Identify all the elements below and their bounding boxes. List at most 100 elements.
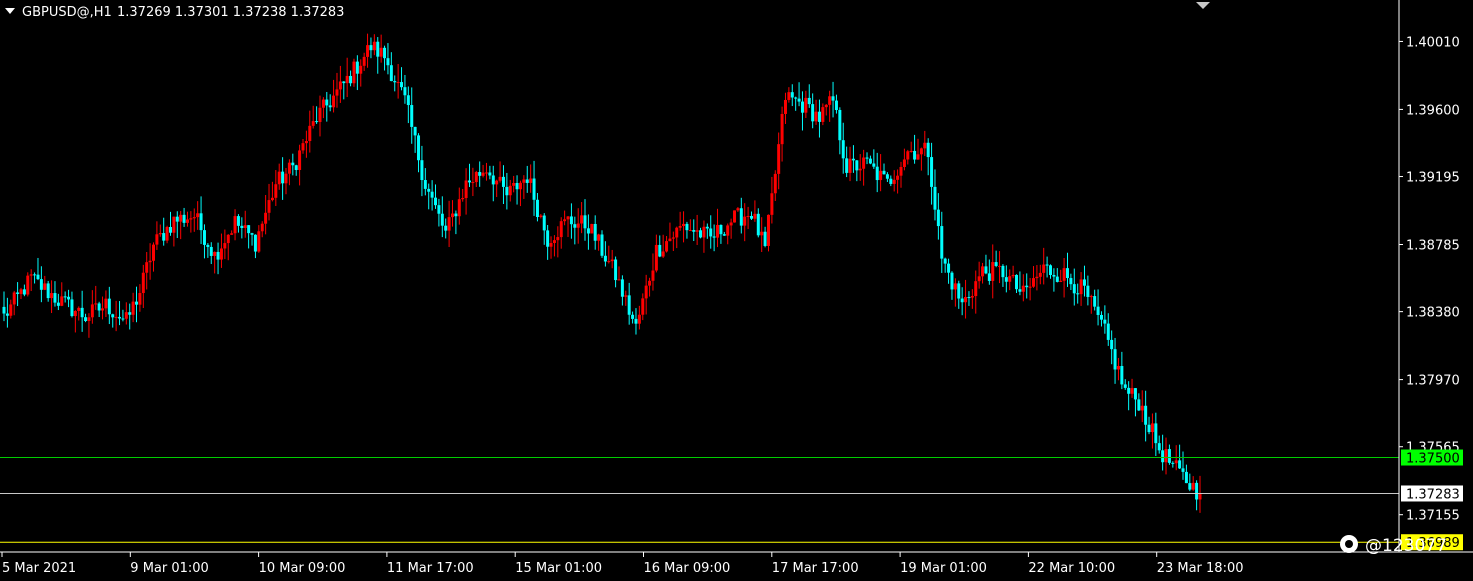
candle-body — [124, 312, 128, 319]
candle-body — [182, 214, 186, 223]
candle-body — [90, 304, 94, 318]
candle-body — [192, 217, 196, 219]
candle-body — [447, 217, 451, 231]
candle-body — [981, 266, 985, 277]
candle-body — [634, 318, 638, 324]
candle-body — [325, 99, 329, 106]
candle-body — [1004, 277, 1008, 282]
candle-body — [298, 150, 302, 170]
candle-body — [569, 216, 573, 225]
candle-body — [491, 175, 495, 185]
candle-body — [138, 293, 142, 305]
candle-body — [1001, 265, 1005, 278]
candle-body — [135, 301, 139, 305]
candle-body — [828, 96, 832, 105]
candle-body — [1137, 399, 1141, 411]
candle-body — [1123, 384, 1127, 388]
candle-body — [1062, 268, 1066, 281]
candle-body — [736, 208, 740, 211]
candle-body — [573, 224, 577, 228]
candle-body — [158, 233, 162, 235]
candle-body — [101, 308, 105, 311]
candle-body — [892, 179, 896, 184]
candle-body — [671, 237, 675, 239]
candle-body — [794, 97, 798, 99]
candle-body — [403, 87, 407, 96]
candle-body — [811, 104, 815, 122]
candle-body — [733, 210, 737, 223]
candle-body — [209, 246, 213, 256]
candle-body — [1008, 276, 1012, 282]
candle-body — [909, 150, 913, 152]
candle-body — [168, 226, 172, 233]
candle-body — [974, 281, 978, 297]
candle-body — [94, 303, 98, 305]
candle-body — [264, 212, 268, 224]
candle-body — [145, 262, 149, 273]
candle-body — [104, 298, 108, 309]
candle-body — [923, 142, 927, 149]
candle-body — [916, 154, 920, 160]
candle-body — [362, 56, 366, 66]
candle-body — [817, 111, 821, 122]
candle-body — [576, 223, 580, 228]
candle-body — [617, 279, 621, 281]
candle-body — [889, 178, 893, 184]
candle-body — [484, 172, 488, 174]
candle-body — [1154, 423, 1158, 444]
candle-body — [654, 244, 658, 271]
candle-body — [19, 289, 23, 294]
candle-body — [243, 225, 247, 228]
candle-body — [359, 65, 363, 74]
candle-body — [202, 230, 206, 245]
candle-body — [580, 215, 584, 224]
symbol-label: GBPUSD@,H1 — [22, 5, 112, 20]
x-tick-label: 9 Mar 01:00 — [130, 561, 209, 576]
candle-body — [688, 230, 692, 232]
candle-body — [716, 224, 720, 238]
candle-body — [583, 215, 587, 229]
candle-body — [760, 231, 764, 236]
candle-body — [1110, 339, 1114, 350]
candle-body — [474, 172, 478, 183]
candle-body — [1150, 423, 1154, 433]
candle-body — [800, 101, 804, 113]
candle-body — [685, 223, 689, 231]
candle-body — [121, 318, 125, 320]
candle-body — [478, 172, 482, 176]
candle-body — [879, 170, 883, 181]
candle-body — [535, 199, 539, 217]
candle-body — [1191, 482, 1195, 490]
candle-body — [515, 183, 519, 190]
candle-body — [46, 283, 50, 299]
candle-body — [699, 230, 703, 238]
candle-body — [1079, 279, 1083, 295]
candle-body — [1140, 405, 1144, 411]
candle-body — [366, 45, 370, 57]
candle-body — [213, 251, 217, 256]
candle-body — [43, 283, 47, 290]
candle-body — [12, 292, 16, 305]
price-chart[interactable]: 1.40010 1.39600 1.39195 1.38785 1.38380 1.379… — [0, 0, 1473, 581]
candle-body — [790, 92, 794, 98]
candle-body — [114, 316, 118, 318]
y-tick-label: 1.40010 — [1406, 35, 1460, 50]
candle-body — [1042, 264, 1046, 273]
candle-body — [750, 215, 753, 219]
candle-body — [1167, 449, 1171, 463]
candle-body — [797, 98, 801, 102]
candle-body — [1065, 268, 1069, 279]
candle-body — [277, 171, 281, 185]
candle-body — [250, 233, 254, 235]
candle-body — [301, 143, 305, 151]
candle-body — [345, 75, 349, 84]
candle-body — [152, 244, 155, 261]
candle-body — [16, 292, 20, 294]
candle-body — [960, 298, 964, 303]
candle-body — [369, 45, 373, 51]
candle-body — [451, 213, 454, 218]
candle-body — [1025, 285, 1029, 288]
candle-body — [831, 96, 835, 101]
candle-body — [495, 180, 499, 185]
candle-body — [216, 251, 220, 260]
